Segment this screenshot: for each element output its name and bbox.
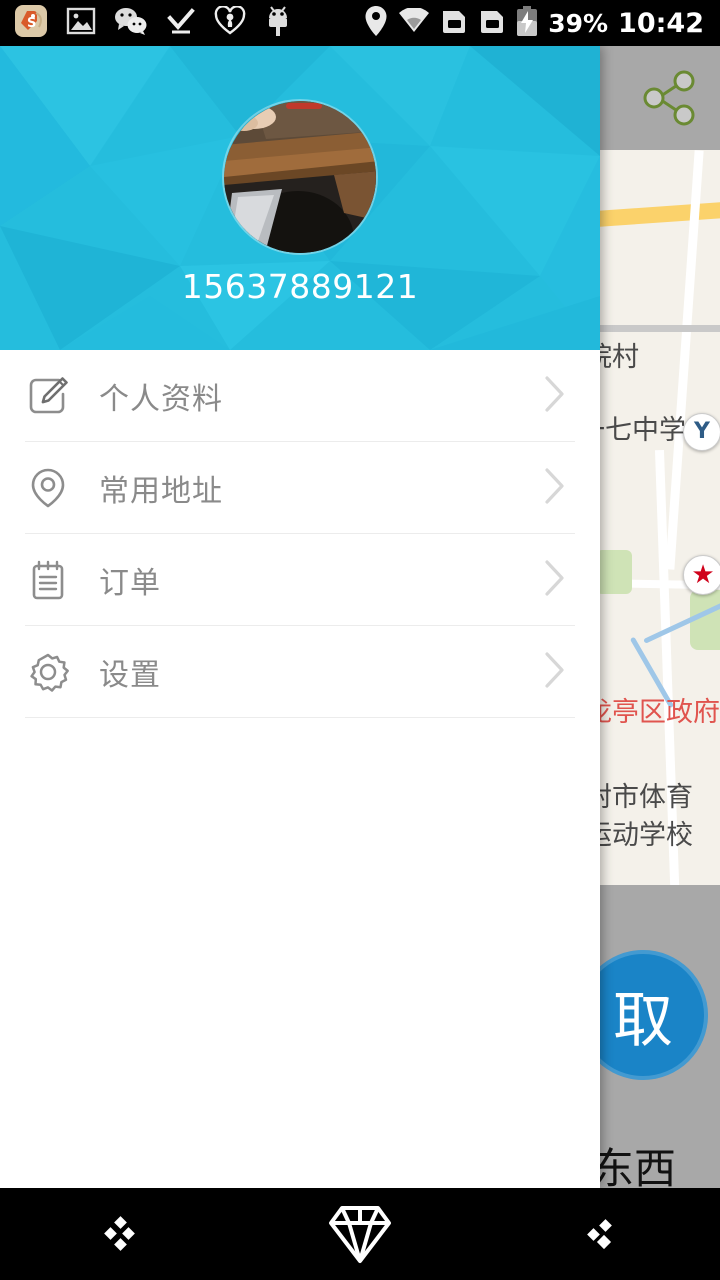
profile-drawer: 15637889121 个人资料 常用地址 订单 设置 [0,46,600,1188]
recents-diamonds-icon[interactable] [480,1188,720,1280]
menu-item-label: 设置 [99,657,161,693]
menu-divider [25,717,575,718]
star-glyph: ★ [691,560,715,590]
starred-place-marker[interactable]: ★ [683,555,720,595]
menu-item-label: 常用地址 [99,473,223,509]
wifi-icon [398,7,430,38]
gallery-image-icon [66,6,96,40]
map-label: 龙亭区政府 [585,697,720,728]
settings-gear-icon [25,649,71,695]
svg-text:S: S [27,16,36,31]
location-pin-icon [364,5,388,41]
share-nodes-icon[interactable] [638,68,698,130]
battery-percent-label: 39% [548,8,609,38]
clock-label: 10:42 [618,7,704,39]
checkmark-icon [166,6,196,40]
chevron-right-icon [542,648,568,696]
heart-icon [214,5,246,40]
back-diamonds-icon[interactable] [0,1188,240,1280]
menu-item-label: 订单 [99,565,161,601]
menu-item-settings[interactable]: 设置 [0,626,600,717]
menu-item-orders[interactable]: 订单 [0,534,600,625]
menu-item-personal-info[interactable]: 个人资料 [0,350,600,441]
sim2-signal-icon [478,7,506,39]
map-green-area [596,550,632,594]
chevron-right-icon [542,372,568,420]
drawer-menu: 个人资料 常用地址 订单 设置 [0,350,600,718]
sim1-signal-icon [440,7,468,39]
phone-number: 15637889121 [181,267,419,306]
order-notepad-icon [25,557,71,603]
bus-stop-glyph: Y [694,419,710,444]
location-pin-icon [25,465,71,511]
map-label: 运动学校 [585,820,693,851]
pickup-caption: 东西 [592,1144,677,1188]
chevron-right-icon [542,464,568,512]
map-label: 封市体育 [585,782,693,813]
status-bar: S 39% 10:42 [0,0,720,46]
avatar-photo [224,101,376,253]
avatar[interactable] [222,99,378,255]
home-diamond-icon[interactable] [240,1188,480,1280]
menu-item-common-address[interactable]: 常用地址 [0,442,600,533]
chevron-right-icon [542,556,568,604]
bus-stop-marker[interactable]: Y [683,413,720,451]
menu-item-label: 个人资料 [99,381,223,417]
android-robot-icon [264,5,292,41]
navigation-bar [0,1188,720,1280]
status-bar-right-icons: 39% 10:42 [364,5,720,41]
wechat-icon [114,6,148,40]
shopping-tag-app-icon: S [14,4,48,42]
pickup-button-label: 取 [613,985,673,1056]
edit-pencil-icon [25,373,71,419]
battery-charging-icon [516,6,538,40]
profile-header: 15637889121 [0,46,600,350]
phone-screen: 院村 一七中学 龙亭区政府 封市体育 运动学校 Y ★ 取 东西 1563788… [0,0,720,1280]
status-bar-left-icons: S [0,4,292,42]
